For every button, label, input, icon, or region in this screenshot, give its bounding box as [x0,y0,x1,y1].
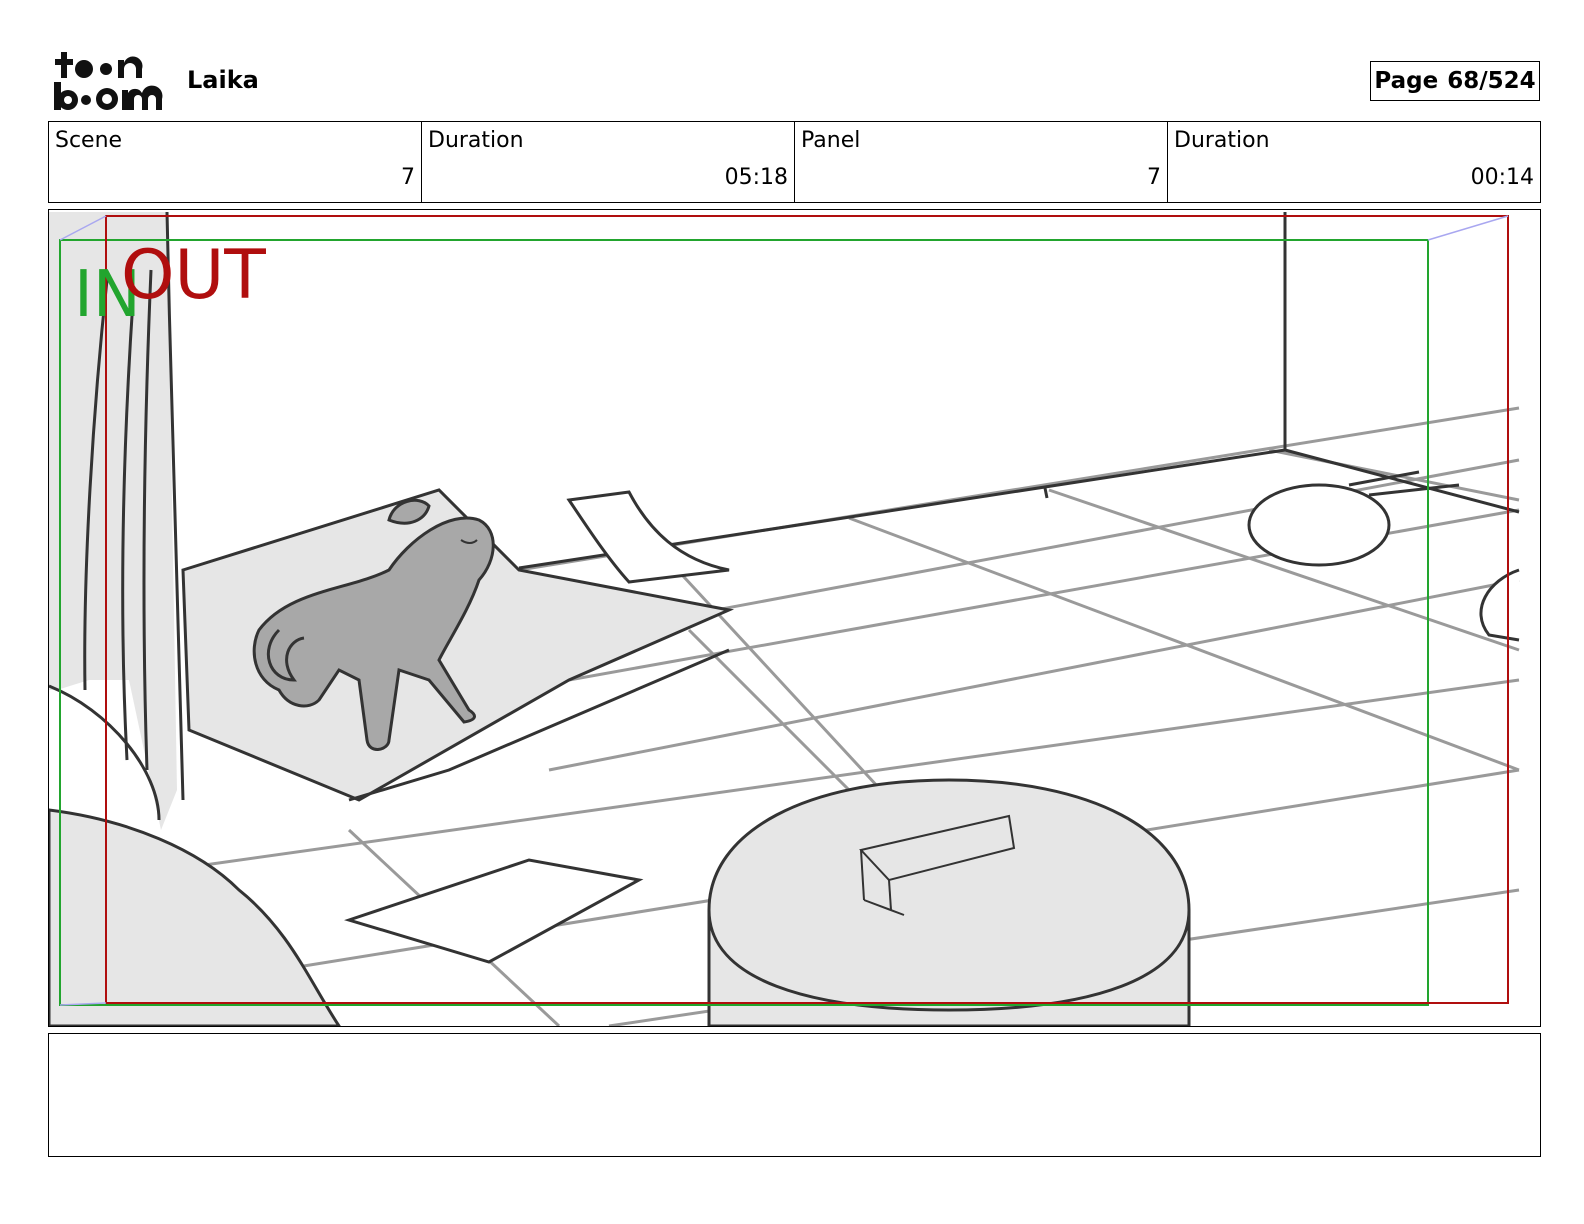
panel-value: 7 [1147,165,1161,190]
scene-label: Scene [55,128,123,153]
scene-info-table: Scene 7 Duration 05:18 Panel 7 Duration … [48,121,1541,203]
foreground-lump [49,808,341,1026]
scene-duration-value: 05:18 [724,165,788,190]
scene-duration-cell: Duration 05:18 [422,122,795,202]
paper-sheet-1 [566,490,730,584]
storyboard-panel: IN OUT [48,209,1541,1027]
paper-sheet-2 [344,858,644,964]
project-title: Laika [187,66,259,94]
scene-value: 7 [401,165,415,190]
panel-sketch [49,211,1520,1026]
page-label: Page [1374,68,1439,94]
panel-duration-cell: Duration 00:14 [1168,122,1540,202]
pet-bowl [1247,483,1391,567]
out-label: OUT [121,236,266,315]
panel-duration-label: Duration [1174,128,1270,153]
panel-notes-box [48,1033,1541,1157]
scene-cell: Scene 7 [49,122,422,202]
toon-boom-logo [54,52,163,110]
page-indicator: Page 68/524 [1370,61,1540,101]
page-number: 68/524 [1447,68,1536,94]
panel-label: Panel [801,128,861,153]
panel-duration-value: 00:14 [1470,165,1534,190]
scene-duration-label: Duration [428,128,524,153]
panel-cell: Panel 7 [795,122,1168,202]
